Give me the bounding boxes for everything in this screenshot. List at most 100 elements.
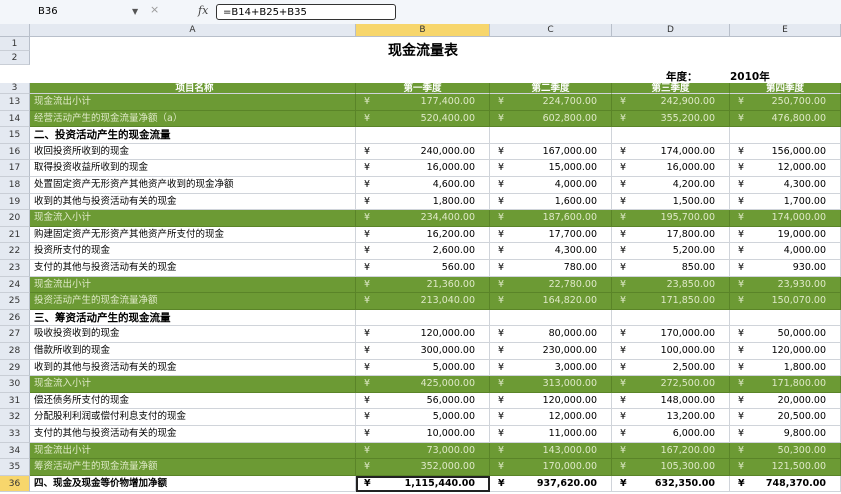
cell-b[interactable]: ¥560.00 <box>356 260 490 277</box>
cell-c[interactable]: ¥187,600.00 <box>490 210 612 227</box>
cell-b[interactable]: ¥1,115,440.00 <box>356 475 490 493</box>
cell-item-name[interactable]: 偿还债务所支付的现金 <box>30 392 356 410</box>
cell-c[interactable]: ¥170,000.00 <box>490 459 612 476</box>
cell-d[interactable] <box>612 309 730 327</box>
cell-d[interactable]: ¥1,500.00 <box>612 193 730 211</box>
row-header[interactable]: 21 <box>0 226 30 244</box>
cell-e[interactable]: ¥4,300.00 <box>730 177 841 194</box>
row-header[interactable]: 19 <box>0 193 30 211</box>
row-header[interactable]: 29 <box>0 359 30 377</box>
cell-e[interactable]: ¥174,000.00 <box>730 210 841 227</box>
cell-d[interactable]: ¥100,000.00 <box>612 343 730 360</box>
cell-e[interactable]: ¥121,500.00 <box>730 459 841 476</box>
cell-e[interactable]: ¥476,800.00 <box>730 110 841 128</box>
cell-e[interactable]: ¥12,000.00 <box>730 160 841 177</box>
cell-b[interactable]: ¥56,000.00 <box>356 392 490 410</box>
formula-input[interactable]: =B14+B25+B35 <box>216 4 396 20</box>
cell-b[interactable]: ¥177,400.00 <box>356 94 490 111</box>
cell-item-name[interactable]: 筹资活动产生的现金流量净额 <box>30 459 356 476</box>
cell-item-name[interactable]: 支付的其他与投资活动有关的现金 <box>30 426 356 443</box>
header-item-name[interactable]: 项目名称 <box>30 83 356 94</box>
cell-b[interactable]: ¥300,000.00 <box>356 343 490 360</box>
cell-e[interactable]: ¥4,000.00 <box>730 243 841 260</box>
row-header[interactable]: 1 <box>0 37 30 51</box>
cell-e[interactable]: ¥748,370.00 <box>730 475 841 493</box>
cell-c[interactable]: ¥1,600.00 <box>490 193 612 211</box>
cell-b[interactable] <box>356 127 490 144</box>
cell-c[interactable]: ¥22,780.00 <box>490 276 612 294</box>
cell-b[interactable]: ¥16,000.00 <box>356 160 490 177</box>
cell-e[interactable]: ¥156,000.00 <box>730 143 841 161</box>
cell-d[interactable]: ¥355,200.00 <box>612 110 730 128</box>
cell-e[interactable]: ¥250,700.00 <box>730 94 841 111</box>
cell-item-name[interactable]: 收回投资所收到的现金 <box>30 143 356 161</box>
cell-b[interactable]: ¥10,000.00 <box>356 426 490 443</box>
cell-item-name[interactable]: 四、现金及现金等价物增加净额 <box>30 475 356 493</box>
cell-item-name[interactable]: 支付的其他与投资活动有关的现金 <box>30 260 356 277</box>
cell-d[interactable]: ¥16,000.00 <box>612 160 730 177</box>
cell-b[interactable] <box>356 309 490 327</box>
cell-e[interactable]: ¥20,500.00 <box>730 409 841 426</box>
cell-e[interactable] <box>730 127 841 144</box>
cell-c[interactable]: ¥167,000.00 <box>490 143 612 161</box>
cell-c[interactable]: ¥602,800.00 <box>490 110 612 128</box>
row-header[interactable]: 30 <box>0 376 30 393</box>
cell-c[interactable]: ¥17,700.00 <box>490 226 612 244</box>
cell-e[interactable]: ¥930.00 <box>730 260 841 277</box>
cell-item-name[interactable]: 现金流入小计 <box>30 210 356 227</box>
cell-e[interactable]: ¥20,000.00 <box>730 392 841 410</box>
cell-item-name[interactable]: 处置固定资产无形资产其他资产收到的现金净额 <box>30 177 356 194</box>
header-q4[interactable]: 第四季度 <box>730 83 841 94</box>
row-header[interactable]: 15 <box>0 127 30 144</box>
cell-d[interactable]: ¥17,800.00 <box>612 226 730 244</box>
cell-d[interactable]: ¥2,500.00 <box>612 359 730 377</box>
cell-d[interactable]: ¥195,700.00 <box>612 210 730 227</box>
row-header[interactable]: 25 <box>0 293 30 310</box>
cell-c[interactable]: ¥224,700.00 <box>490 94 612 111</box>
cell-b[interactable]: ¥5,000.00 <box>356 409 490 426</box>
cell-item-name[interactable]: 取得投资收益所收到的现金 <box>30 160 356 177</box>
cell-e[interactable]: ¥50,000.00 <box>730 326 841 343</box>
cell-c[interactable]: ¥164,820.00 <box>490 293 612 310</box>
row-header[interactable]: 36 <box>0 475 30 493</box>
cell-d[interactable]: ¥105,300.00 <box>612 459 730 476</box>
row-header[interactable]: 20 <box>0 210 30 227</box>
cell-c[interactable] <box>490 309 612 327</box>
cell-b[interactable]: ¥213,040.00 <box>356 293 490 310</box>
cell-c[interactable]: ¥120,000.00 <box>490 392 612 410</box>
row-header[interactable]: 28 <box>0 343 30 360</box>
fx-icon[interactable]: fx <box>198 4 208 17</box>
row-header[interactable]: 35 <box>0 459 30 476</box>
row-header[interactable]: 32 <box>0 409 30 426</box>
cell-e[interactable]: ¥50,300.00 <box>730 442 841 460</box>
row-header[interactable]: 24 <box>0 276 30 294</box>
cell-c[interactable]: ¥3,000.00 <box>490 359 612 377</box>
cell-b[interactable]: ¥240,000.00 <box>356 143 490 161</box>
row-header[interactable]: 23 <box>0 260 30 277</box>
cell-item-name[interactable]: 现金流出小计 <box>30 94 356 111</box>
row-header[interactable]: 22 <box>0 243 30 260</box>
cancel-icon[interactable]: × <box>150 3 164 17</box>
row-header[interactable]: 16 <box>0 143 30 161</box>
cell-item-name[interactable]: 借款所收到的现金 <box>30 343 356 360</box>
cell-item-name[interactable]: 分配股利利润或偿付利息支付的现金 <box>30 409 356 426</box>
cell-item-name[interactable]: 购建固定资产无形资产其他资产所支付的现金 <box>30 226 356 244</box>
cell-e[interactable]: ¥23,930.00 <box>730 276 841 294</box>
row-header[interactable]: 18 <box>0 177 30 194</box>
cell-d[interactable]: ¥850.00 <box>612 260 730 277</box>
cell-c[interactable]: ¥15,000.00 <box>490 160 612 177</box>
name-box[interactable]: B36 ▼ <box>38 4 148 20</box>
cell-b[interactable]: ¥234,400.00 <box>356 210 490 227</box>
cell-b[interactable]: ¥520,400.00 <box>356 110 490 128</box>
cell-d[interactable]: ¥13,200.00 <box>612 409 730 426</box>
cell-e[interactable]: ¥9,800.00 <box>730 426 841 443</box>
chevron-down-icon[interactable]: ▼ <box>132 4 138 20</box>
row-header[interactable]: 26 <box>0 309 30 327</box>
cell-c[interactable]: ¥80,000.00 <box>490 326 612 343</box>
cell-item-name[interactable]: 收到的其他与投资活动有关的现金 <box>30 359 356 377</box>
cell-item-name[interactable]: 投资所支付的现金 <box>30 243 356 260</box>
cell-c[interactable] <box>490 127 612 144</box>
cell-item-name[interactable]: 收到的其他与投资活动有关的现金 <box>30 193 356 211</box>
cell-e[interactable]: ¥1,800.00 <box>730 359 841 377</box>
cell-c[interactable]: ¥11,000.00 <box>490 426 612 443</box>
